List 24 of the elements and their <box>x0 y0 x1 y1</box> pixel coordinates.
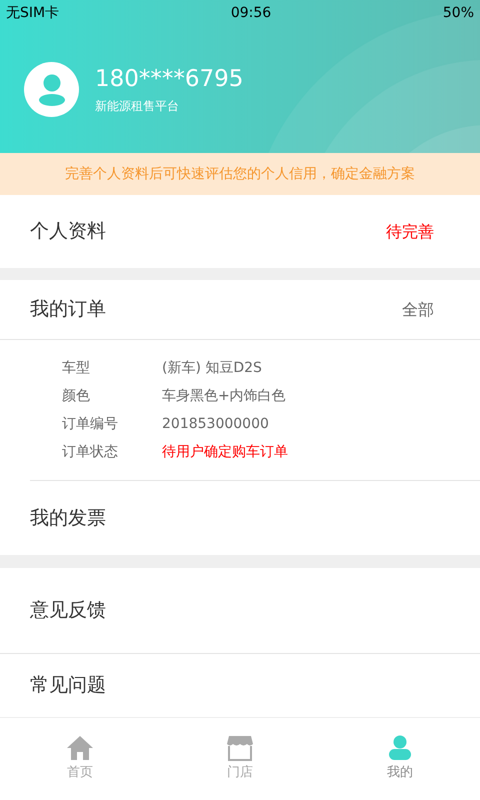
detail-value: 待用户确定购车订单 <box>162 442 288 462</box>
user-icon <box>388 735 412 762</box>
clock-text: 09:56 <box>230 4 272 22</box>
detail-label: 车型 <box>62 358 91 378</box>
platform-subtitle: 新能源租售平台 <box>95 98 180 114</box>
user-icon <box>38 74 64 106</box>
notice-banner: 完善个人资料后可快速评估您的个人信用，确定金融方案 <box>0 153 480 195</box>
battery-text: 50% <box>442 4 474 22</box>
carrier-text: 无SIM卡 <box>6 4 60 22</box>
orders-title: 我的订单 <box>30 297 106 322</box>
invoice-row[interactable]: 我的发票 <box>0 481 480 555</box>
detail-label: 订单编号 <box>62 414 119 434</box>
detail-value: (新车) 知豆D2S <box>162 358 262 378</box>
all-orders-link[interactable]: 全部 <box>402 298 434 322</box>
home-icon <box>66 735 94 762</box>
menu-item[interactable]: 常见问题 <box>0 654 480 717</box>
menu-item[interactable]: 意见反馈 <box>0 568 480 654</box>
detail-label: 订单状态 <box>62 442 119 462</box>
personal-info-row[interactable]: 个人资料 待完善 <box>0 195 480 268</box>
detail-value: 201853000000 <box>162 414 269 434</box>
phone-number: 180****6795 <box>95 64 244 92</box>
store-icon <box>226 735 254 762</box>
detail-label: 颜色 <box>62 386 91 406</box>
detail-value: 车身黑色+内饰白色 <box>162 386 286 406</box>
